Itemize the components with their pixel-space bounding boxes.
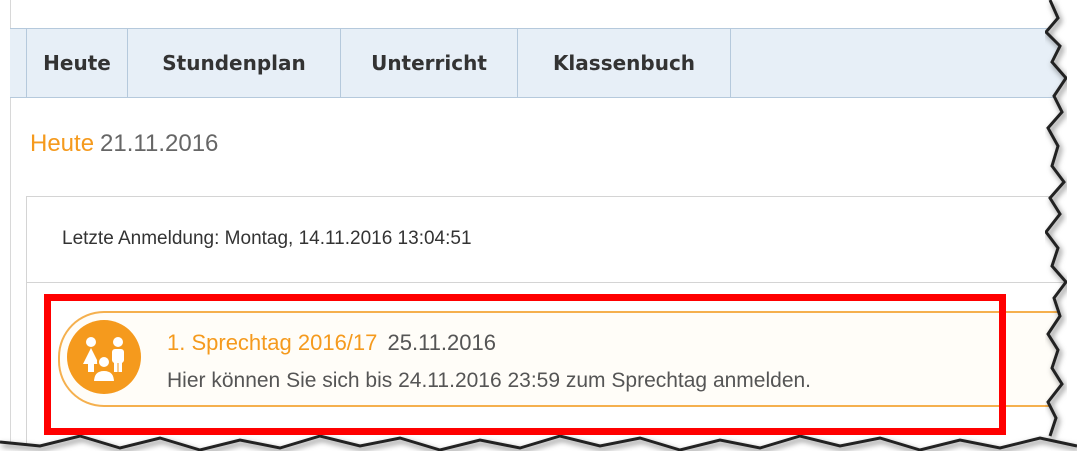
torn-edge-overlay bbox=[0, 0, 1077, 464]
page: Heute Stundenplan Unterricht Klassenbuch… bbox=[0, 0, 1077, 464]
